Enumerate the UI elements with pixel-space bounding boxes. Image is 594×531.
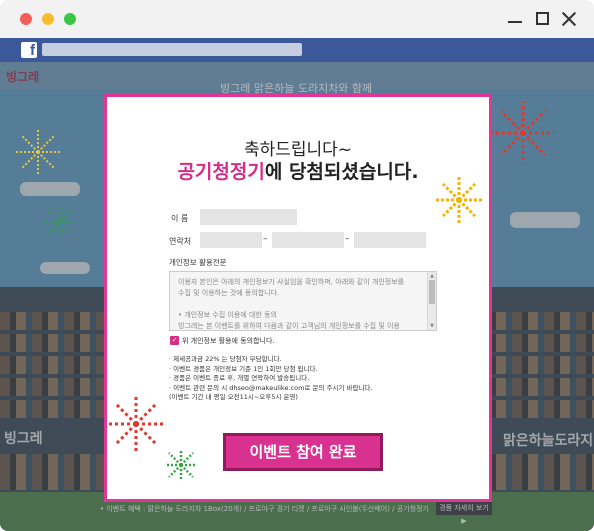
- contact-label: 연락처: [169, 237, 192, 246]
- facebook-bar: f: [0, 38, 594, 62]
- maximize-icon[interactable]: [532, 8, 554, 30]
- phone-separator-2: –: [345, 234, 350, 244]
- winner-modal: 축하드립니다~ 공기청정기에 당첨되셨습니다. 이 름 연락처 – – 개인정보…: [104, 94, 492, 502]
- note-item: · 이벤트 경품은 개인정보 기준 1인 1회만 당첨 됩니다.: [169, 364, 318, 373]
- name-label: 이 름: [171, 214, 189, 223]
- consent-checkbox[interactable]: ✓: [170, 336, 179, 345]
- terms-title: 개인정보 활용전문: [169, 258, 227, 267]
- minimize-icon[interactable]: [504, 8, 526, 30]
- firework-red-icon: [108, 396, 164, 452]
- note-item: · 경품은 이벤트 종료 후, 개별 연락하여 발송됩니다.: [169, 374, 310, 382]
- firework-green-icon: [165, 449, 197, 481]
- terms-line: • 개인정보 수집 이용에 대한 동의: [178, 311, 277, 319]
- name-field[interactable]: [200, 209, 297, 225]
- phone-field-2[interactable]: [272, 232, 344, 248]
- terms-line: 빙그레는 본 이벤트를 위하여 다음과 같이 고객님의 개인정보를 수집 및 이…: [178, 322, 400, 330]
- scroll-thumb[interactable]: [429, 280, 435, 304]
- prize-heading: 공기청정기에 당첨되셨습니다.: [107, 157, 489, 184]
- scroll-up-icon[interactable]: ▲: [429, 273, 435, 279]
- browser-window: f 빙그레 빙그레 맑은하늘 도라지차와 함께 빙그레 맑은하늘도라지 • 이벤…: [0, 0, 594, 531]
- submit-entry-button[interactable]: 이벤트 참여 완료: [223, 433, 383, 471]
- close-dot-icon[interactable]: [20, 13, 32, 25]
- note-item: · 이벤트 관련 문의 시 dhseo@makeulike.com로 문의 주시…: [169, 383, 373, 392]
- title-bar: [0, 0, 594, 38]
- facebook-icon: f: [21, 42, 37, 58]
- url-bar[interactable]: [42, 43, 302, 56]
- firework-green-left-icon: [44, 206, 76, 238]
- prize-heading-suffix: 에 당첨되셨습니다.: [264, 161, 419, 183]
- zoom-dot-icon[interactable]: [64, 13, 76, 25]
- firework-yellow-left-icon: [16, 130, 60, 174]
- note-item: (이벤트 기간 내 평일 오전11시~오후5시 운영): [169, 393, 298, 401]
- terms-textbox[interactable]: 이용자 본인은 아래의 개인정보가 사실임을 확인하며, 아래와 같이 개인정보…: [169, 271, 437, 331]
- consent-label: 위 개인정보 활용에 동의합니다.: [182, 337, 275, 345]
- phone-field-3[interactable]: [354, 232, 426, 248]
- phone-field-1[interactable]: [200, 232, 262, 248]
- firework-red-top-right-icon: [492, 102, 554, 164]
- scroll-down-icon[interactable]: ▼: [429, 323, 435, 329]
- terms-line: 이용자 본인은 아래의 개인정보가 사실임을 확인하며, 아래와 같이 개인정보…: [178, 278, 405, 286]
- prize-name: 공기청정기: [177, 161, 265, 183]
- note-item: · 제세공과금 22% 는 당첨자 부담합니다.: [169, 355, 282, 363]
- terms-line: 수집 및 이용하는 것에 동의합니다.: [178, 289, 280, 297]
- terms-scrollbar[interactable]: ▲ ▼: [427, 272, 436, 330]
- event-notes: · 제세공과금 22% 는 당첨자 부담합니다. · 이벤트 경품은 개인정보 …: [169, 355, 372, 403]
- terms-line: [178, 299, 422, 310]
- phone-separator-1: –: [263, 234, 268, 244]
- close-icon[interactable]: [558, 8, 580, 30]
- minimize-dot-icon[interactable]: [42, 13, 54, 25]
